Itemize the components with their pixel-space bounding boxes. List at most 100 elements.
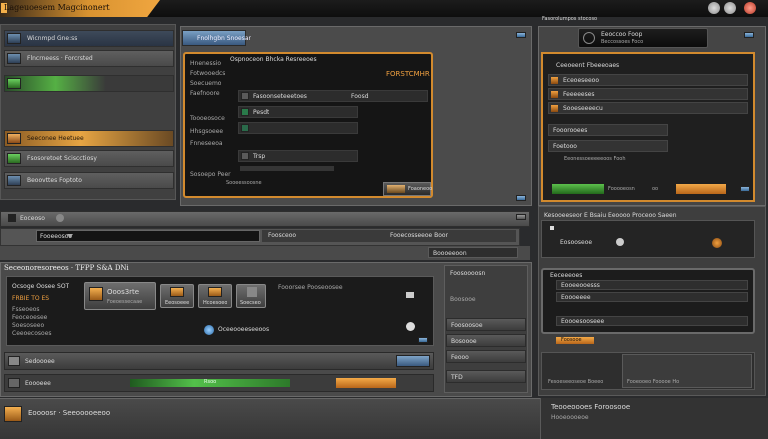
chevron-down-icon[interactable] xyxy=(67,234,73,238)
globe-icon xyxy=(204,325,214,335)
side-button-label: Foosoosoe xyxy=(451,322,483,329)
archive-icon xyxy=(208,287,222,297)
right-lower-panel-1: Eosooseoe xyxy=(541,220,755,258)
status-right-line2: Hooeoooeoe xyxy=(551,414,589,421)
right-window-title: Fasorolumpos stocoso xyxy=(542,16,598,22)
info-icon[interactable] xyxy=(616,238,624,246)
action-button-1[interactable]: Eeosoeee xyxy=(160,284,194,308)
center-header-button[interactable]: Fnolhgbn Snoesar xyxy=(182,30,251,46)
settings-icon[interactable] xyxy=(56,214,64,222)
right-lower-orange-button[interactable]: Foosooe xyxy=(556,337,594,344)
address-input[interactable]: Fooeeosoo xyxy=(36,230,260,242)
bottom-row-1-label: Sedoooee xyxy=(25,358,55,365)
minimize-button-icon[interactable] xyxy=(708,2,720,14)
maximize-button-icon[interactable] xyxy=(724,2,736,14)
app-status-icon xyxy=(4,406,22,422)
toolbar-collapse-icon[interactable] xyxy=(516,214,526,220)
right-lower-panel-3-left: Fesoeseeoseoe Boeeo xyxy=(548,379,604,385)
bottom-right-text: Fooorsee Pooseoosee xyxy=(278,284,343,291)
dialog-row-label: Trsp xyxy=(253,153,266,160)
left-item-label: Fsosoretoet Sciscctiosy xyxy=(27,155,97,162)
close-button-icon[interactable] xyxy=(744,2,756,14)
dialog-row[interactable]: Fasoonseteeetoes Foosd xyxy=(238,90,428,102)
right-footer-left: Eeonessoeeeeeoos Fooh xyxy=(564,156,626,162)
side-button[interactable]: TFD xyxy=(446,370,526,383)
circle-icon xyxy=(583,32,595,44)
back-icon[interactable] xyxy=(8,214,16,222)
primary-action-sub: Foeoessecaae xyxy=(107,299,143,305)
side-button-label: TFD xyxy=(451,374,463,381)
bottom-dialog-line1: Ocsoge Oosee SOT xyxy=(12,283,70,290)
left-item-1[interactable]: Wicnmpd Gne:ss xyxy=(4,30,174,47)
dialog-side-label: Toooeosoce xyxy=(190,115,225,122)
side-button[interactable]: Foosoosoe xyxy=(446,318,526,331)
center-scroll-icon[interactable] xyxy=(516,32,526,38)
right-lower-row[interactable]: Eooeeooesss xyxy=(556,280,748,290)
primary-action-label: Ooos3rte xyxy=(107,289,140,296)
action-button-2[interactable]: Hcoesoeo xyxy=(198,284,232,308)
window-icon[interactable] xyxy=(406,292,414,298)
right-row-label: Eceoeseeoo xyxy=(563,77,599,84)
right-row[interactable]: Feeeeeses xyxy=(548,88,748,100)
right-header: Eeoccoo Foop Beccossoes Foco xyxy=(578,28,708,48)
right-row[interactable]: Eceoeseeoo xyxy=(548,74,748,86)
right-green-bar[interactable] xyxy=(552,184,604,194)
folder-icon xyxy=(7,53,21,64)
status-right-panel: Teooeoooes Foroosooe Hooeoooeoe xyxy=(540,398,768,439)
left-item-6[interactable]: Beoovttes Foptoto xyxy=(4,172,174,189)
right-scroll-down-icon[interactable] xyxy=(740,186,750,192)
right-lower-row[interactable]: Eoooesooseee xyxy=(556,316,748,326)
dialog-thumb-button[interactable]: Foaoneoo xyxy=(383,182,432,196)
app-icon xyxy=(89,287,103,301)
action-button-3[interactable]: Soecseo xyxy=(236,284,266,308)
dialog-row[interactable]: Trsp xyxy=(238,150,358,162)
right-footer-right: Fooooeosn xyxy=(608,186,635,192)
primary-action-button[interactable]: Ooos3rte Foeoessecaae xyxy=(84,282,156,310)
toolbar-label: Eoceoso xyxy=(20,215,45,222)
dialog-row-value: Foosd xyxy=(351,93,369,100)
bottom-row-1[interactable]: Sedoooee xyxy=(4,352,434,370)
help-icon[interactable] xyxy=(406,322,415,331)
right-lower-row[interactable]: Eoooeeee xyxy=(556,292,748,302)
dialog-row-label: Fasoonseteeetoes xyxy=(253,93,307,100)
right-header-sub: Beccossoes Foco xyxy=(601,39,644,45)
right-orange-button[interactable] xyxy=(676,184,726,194)
right-row[interactable]: Foetooo xyxy=(548,140,668,152)
left-item-3[interactable] xyxy=(4,75,174,92)
record-icon[interactable] xyxy=(712,238,722,248)
left-item-label: Beoovttes Foptoto xyxy=(27,177,82,184)
progress-green-bar: Rsoo xyxy=(130,379,290,387)
left-item-5[interactable]: Fsosoretoet Sciscctiosy xyxy=(4,150,174,167)
progress-orange-button[interactable] xyxy=(336,378,396,388)
scroll-down-icon[interactable] xyxy=(516,195,526,201)
action-button-label: Hcoesoeo xyxy=(203,300,228,306)
right-lower-orange-label: Foosooe xyxy=(561,337,582,343)
pin-icon xyxy=(550,226,554,230)
right-scroll-icon[interactable] xyxy=(744,32,754,38)
left-item-label: Flncrneess · Forcrsted xyxy=(27,55,93,62)
globe-label: Oceeooeeseeoos xyxy=(218,326,270,333)
progress-green-label: Rsoo xyxy=(204,379,217,385)
file-icon xyxy=(241,92,249,100)
right-lower-title: Kesooeeseor E Bsaiu Eeoooo Proceoo Saeen xyxy=(544,212,677,219)
right-row[interactable]: Sooeseeeecu xyxy=(548,102,748,114)
side-button[interactable]: Bosoooe xyxy=(446,334,526,347)
left-item-2[interactable]: Flncrneess · Forcrsted xyxy=(4,50,174,67)
bottom-dialog-label: Feoceoesee xyxy=(12,314,48,321)
dialog-row[interactable]: Pesdt xyxy=(238,106,358,118)
right-lower-panel-3-right: Fooeooeo Fooooe Ho xyxy=(622,354,752,388)
edit-icon xyxy=(241,124,249,132)
dialog-row[interactable] xyxy=(238,122,358,134)
bottom-scroll-icon[interactable] xyxy=(418,337,428,343)
monitor-icon xyxy=(7,33,21,44)
sub-field[interactable]: Boooeeoon xyxy=(428,247,518,258)
side-label: Boosooe xyxy=(450,296,476,303)
dialog-row-label: Pesdt xyxy=(253,109,270,116)
bottom-row-1-button[interactable] xyxy=(396,355,430,367)
right-header-label: Eeoccoo Foop xyxy=(601,31,643,38)
side-button[interactable]: Feooo xyxy=(446,350,526,363)
right-row[interactable]: Fooorooees xyxy=(548,124,668,136)
right-lower-panel-2-title: Eeceeeoes xyxy=(550,272,583,279)
screen-icon xyxy=(247,287,257,297)
left-item-selected[interactable]: Seeconee Heetuee xyxy=(4,130,174,147)
